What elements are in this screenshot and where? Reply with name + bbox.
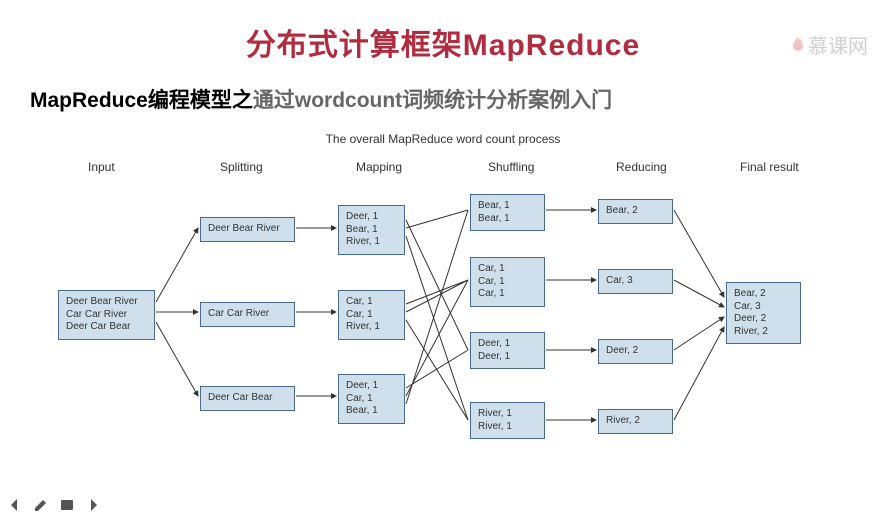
- slide-toolbar: [6, 496, 102, 514]
- page-subtitle: MapReduce编程模型之通过wordcount词频统计分析案例入门: [30, 84, 886, 114]
- shuffle-box: River, 1River, 1: [470, 402, 545, 439]
- page-title: 分布式计算框架MapReduce: [0, 20, 886, 64]
- notes-button[interactable]: [58, 496, 76, 514]
- col-splitting: Splitting: [220, 160, 263, 174]
- split-box: Deer Car Bear: [200, 386, 295, 411]
- col-mapping: Mapping: [356, 160, 402, 174]
- forward-button[interactable]: [84, 496, 102, 514]
- col-final: Final result: [740, 160, 799, 174]
- input-line: Deer Bear River: [66, 296, 147, 309]
- shuffle-box: Car, 1Car, 1Car, 1: [470, 257, 545, 307]
- reduce-box: Bear, 2: [598, 199, 673, 224]
- diagram-title: The overall MapReduce word count process: [48, 132, 838, 146]
- reduce-box: Car, 3: [598, 269, 673, 294]
- edit-button[interactable]: [32, 496, 50, 514]
- map-box: Car, 1Car, 1River, 1: [338, 290, 405, 340]
- watermark-logo: 慕课网: [790, 30, 868, 59]
- final-box: Bear, 2 Car, 3 Deer, 2 River, 2: [726, 282, 801, 344]
- diagram-connectors: [48, 132, 838, 482]
- shuffle-box: Bear, 1Bear, 1: [470, 194, 545, 231]
- map-box: Deer, 1Car, 1Bear, 1: [338, 374, 405, 424]
- map-box: Deer, 1Bear, 1River, 1: [338, 205, 405, 255]
- input-line: Car Car River: [66, 309, 147, 322]
- col-shuffling: Shuffling: [488, 160, 534, 174]
- input-line: Deer Car Bear: [66, 321, 147, 334]
- reduce-box: Deer, 2: [598, 339, 673, 364]
- reduce-box: River, 2: [598, 409, 673, 434]
- back-button[interactable]: [6, 496, 24, 514]
- mapreduce-diagram: The overall MapReduce word count process…: [48, 132, 838, 482]
- shuffle-box: Deer, 1Deer, 1: [470, 332, 545, 369]
- watermark-text: 慕课网: [808, 30, 868, 59]
- col-reducing: Reducing: [616, 160, 667, 174]
- flame-icon: [790, 35, 806, 55]
- subtitle-bold: MapReduce编程模型之: [30, 89, 253, 112]
- col-input: Input: [88, 160, 115, 174]
- subtitle-light: 通过wordcount词频统计分析案例入门: [253, 89, 612, 112]
- split-box: Car Car River: [200, 302, 295, 327]
- input-box: Deer Bear River Car Car River Deer Car B…: [58, 290, 155, 340]
- split-box: Deer Bear River: [200, 217, 295, 242]
